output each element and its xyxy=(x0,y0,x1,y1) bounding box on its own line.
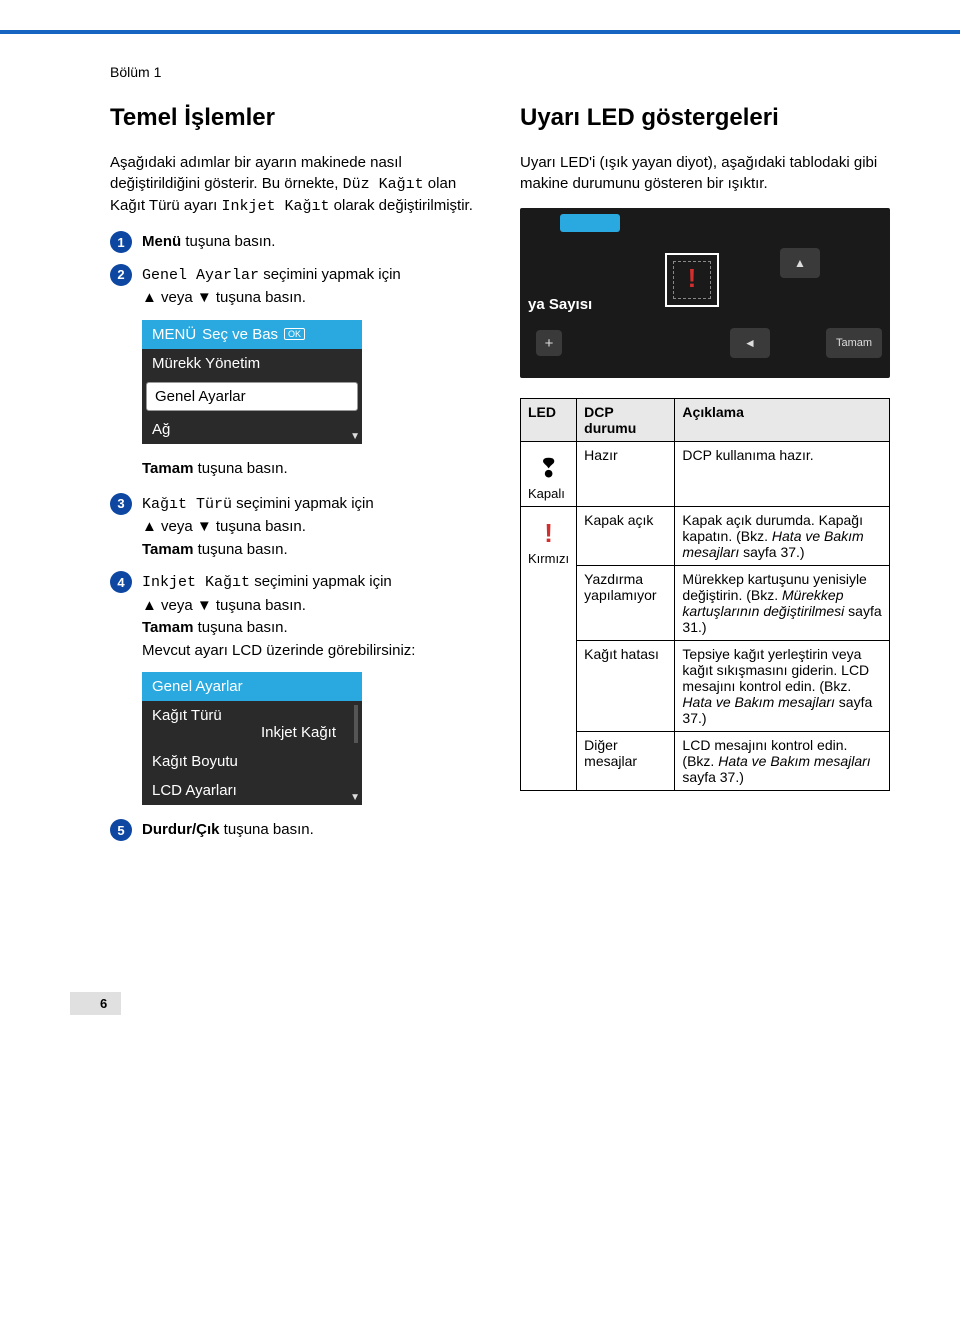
step-number-5: 5 xyxy=(110,819,132,841)
right-column: Uyarı LED göstergeleri Uyarı LED'i (ışık… xyxy=(520,104,890,852)
arrow-up-button: ▲ xyxy=(780,248,820,278)
step-4: 4 Inkjet Kağıt seçimini yapmak için ▲ ve… xyxy=(110,571,480,662)
th-desc: Açıklama xyxy=(675,399,890,442)
warning-icon: ! xyxy=(688,263,697,294)
press-tamam-1: Tamam tuşuna basın. xyxy=(142,458,480,479)
left-column: Temel İşlemler Aşağıdaki adımlar bir aya… xyxy=(110,104,480,852)
step-number-4: 4 xyxy=(110,571,132,593)
lcd-item-selected: Genel Ayarlar xyxy=(146,382,358,411)
plus-button: + xyxy=(536,330,562,356)
arrow-left-button: ◄ xyxy=(730,328,770,358)
photo-accent xyxy=(560,214,620,232)
intro-paragraph: Aşağıdaki adımlar bir ayarın makinede na… xyxy=(110,152,480,217)
lcd-item-paper-size: Kağıt Boyutu xyxy=(142,747,362,776)
photo-label: ya Sayısı xyxy=(528,296,592,313)
header-rule xyxy=(0,30,960,34)
step-3: 3 Kağıt Türü seçimini yapmak için ▲ veya… xyxy=(110,493,480,562)
step-5: 5 Durdur/Çık tuşuna basın. xyxy=(110,819,480,842)
lcd-item-lcd-settings: LCD Ayarları ▼ xyxy=(142,776,362,805)
device-photo: ! ya Sayısı ▲ ◄ Tamam + xyxy=(520,208,890,378)
chevron-down-icon: ▼ xyxy=(350,431,360,442)
step-number-3: 3 xyxy=(110,493,132,515)
led-red-icon: ! xyxy=(528,518,569,549)
led-off-icon: ❢ xyxy=(528,453,569,484)
scrollbar-icon xyxy=(354,705,358,743)
lcd-item-ink: Mürekk Yönetim xyxy=(142,349,362,378)
table-row: Diğer mesajlar LCD mesajını kontrol edin… xyxy=(521,732,890,791)
mono-inkjet-kagit: Inkjet Kağıt xyxy=(221,198,329,215)
mono-duz-kagit: Düz Kağıt xyxy=(343,176,424,193)
led-table: LED DCP durumu Açıklama ❢ Kapalı Hazır D… xyxy=(520,398,890,791)
heading-led: Uyarı LED göstergeleri xyxy=(520,104,890,132)
table-row: ! Kırmızı Kapak açık Kapak açık durumda.… xyxy=(521,507,890,566)
lcd-screen-2: Genel Ayarlar Kağıt Türü Inkjet Kağıt Ka… xyxy=(142,672,362,805)
step-1: 1 Menü tuşuna basın. xyxy=(110,231,480,254)
led-intro: Uyarı LED'i (ışık yayan diyot), aşağıdak… xyxy=(520,152,890,194)
table-row: Yazdırma yapılamıyor Mürekkep kartuşunu … xyxy=(521,566,890,641)
ok-badge: OK xyxy=(284,328,305,340)
lcd-item-paper-type: Kağıt Türü Inkjet Kağıt xyxy=(142,701,362,747)
page-body: Bölüm 1 Temel İşlemler Aşağıdaki adımlar… xyxy=(0,64,960,1055)
table-row: Kağıt hatası Tepsiye kağıt yerleştirin v… xyxy=(521,641,890,732)
chapter-label: Bölüm 1 xyxy=(110,64,890,80)
tamam-button: Tamam xyxy=(826,328,882,358)
led-highlight-frame: ! xyxy=(665,253,719,307)
step-number-2: 2 xyxy=(110,264,132,286)
heading-basic-ops: Temel İşlemler xyxy=(110,104,480,132)
table-row: ❢ Kapalı Hazır DCP kullanıma hazır. xyxy=(521,442,890,507)
chevron-down-icon: ▼ xyxy=(350,792,360,803)
th-led: LED xyxy=(521,399,577,442)
th-status: DCP durumu xyxy=(577,399,675,442)
page-number: 6 xyxy=(70,992,121,1015)
step-number-1: 1 xyxy=(110,231,132,253)
lcd-screen-1: MENÜ Seç ve Bas OK Mürekk Yönetim Genel … xyxy=(142,320,362,444)
step-2: 2 Genel Ayarlar seçimini yapmak için ▲ v… xyxy=(110,264,480,310)
lcd-item-network: Ağ ▼ xyxy=(142,415,362,444)
